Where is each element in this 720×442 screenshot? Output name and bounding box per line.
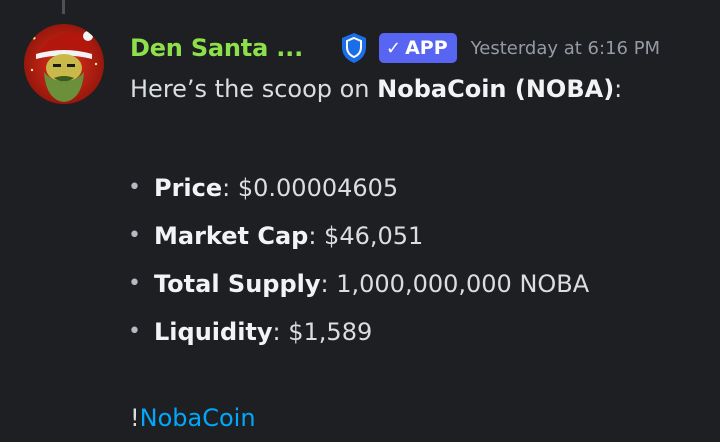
- chat-message: Den Santa ... ✓ APP Yesterday at 6:16 PM…: [0, 0, 720, 442]
- command-line: !NobaCoin: [130, 398, 256, 438]
- stat-label: Total Supply: [154, 270, 321, 298]
- app-badge: ✓ APP: [378, 33, 457, 63]
- bullet-icon: •: [128, 319, 141, 344]
- timestamp[interactable]: Yesterday at 6:16 PM: [471, 38, 660, 59]
- list-item: • Total Supply: 1,000,000,000 NOBA: [128, 260, 589, 308]
- intro-coin-name: NobaCoin (NOBA): [377, 75, 615, 103]
- list-item: • Market Cap: $46,051: [128, 212, 589, 260]
- bullet-icon: •: [128, 175, 141, 200]
- message-header: Den Santa ... ✓ APP Yesterday at 6:16 PM: [130, 28, 660, 68]
- coin-stats-list: • Price: $0.00004605 • Market Cap: $46,051…: [128, 164, 589, 356]
- shield-icon[interactable]: [339, 31, 369, 65]
- list-item: • Price: $0.00004605: [128, 164, 589, 212]
- stat-value: : $1,589: [272, 318, 373, 346]
- command-link[interactable]: NobaCoin: [140, 404, 256, 432]
- stat-value: : $0.00004605: [222, 174, 399, 202]
- intro-suffix: :: [614, 75, 623, 103]
- author-name[interactable]: Den Santa ...: [130, 34, 303, 62]
- stat-label: Market Cap: [154, 222, 309, 250]
- bullet-icon: •: [128, 271, 141, 296]
- stat-label: Price: [154, 174, 223, 202]
- intro-prefix: Here’s the scoop on: [130, 75, 378, 103]
- santa-avatar-icon: [24, 24, 104, 104]
- app-badge-label: APP: [405, 37, 448, 59]
- message-intro: Here’s the scoop on NobaCoin (NOBA):: [130, 70, 622, 108]
- stat-value: : 1,000,000,000 NOBA: [320, 270, 590, 298]
- avatar[interactable]: [24, 24, 104, 104]
- bullet-icon: •: [128, 223, 141, 248]
- stat-value: : $46,051: [308, 222, 424, 250]
- list-item: • Liquidity: $1,589: [128, 308, 589, 356]
- stat-label: Liquidity: [154, 318, 273, 346]
- command-prefix: !: [130, 404, 140, 432]
- check-icon: ✓: [385, 37, 402, 59]
